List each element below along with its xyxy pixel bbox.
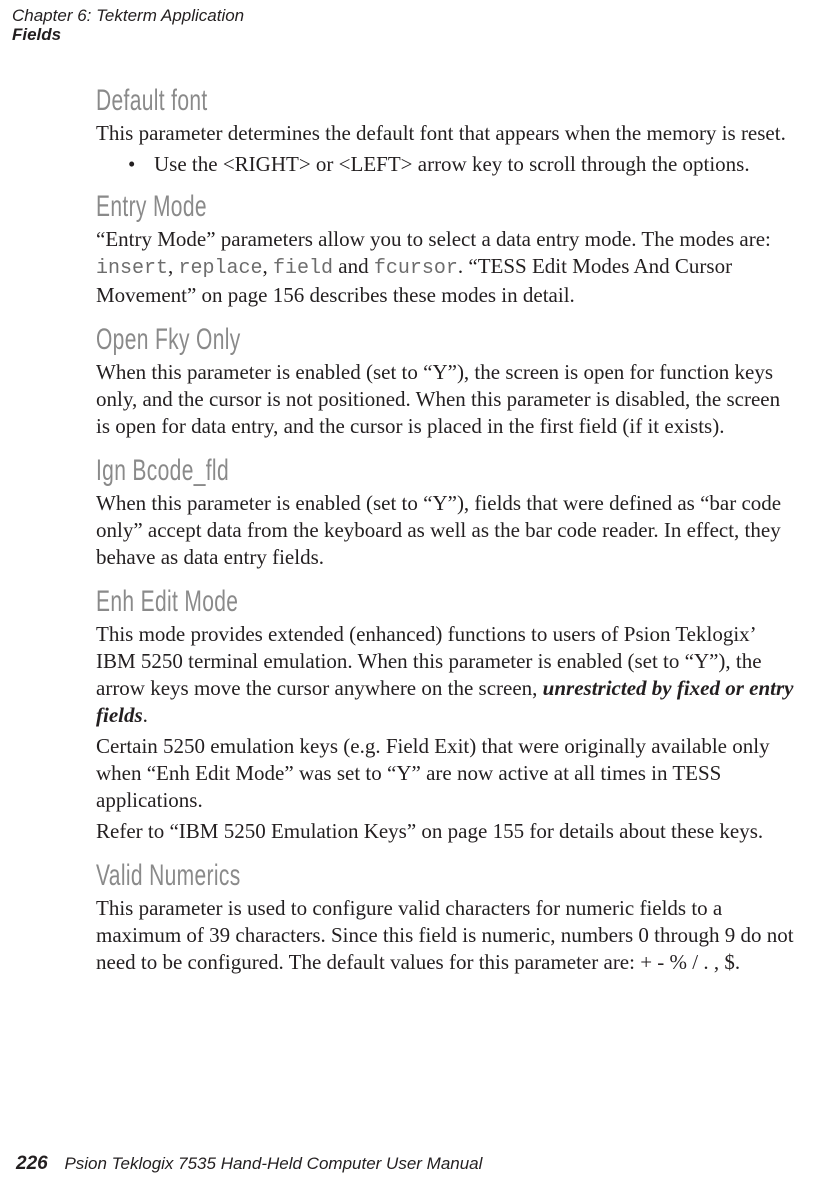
header-chapter: Chapter 6: Tekterm Application — [12, 6, 244, 25]
heading-valid-numerics: Valid Numerics — [96, 855, 586, 895]
footer-title: Psion Teklogix 7535 Hand-Held Computer U… — [64, 1154, 482, 1173]
open-fky-para-1: When this parameter is enabled (set to “… — [96, 359, 796, 440]
entry-mode-sep1: , — [168, 254, 179, 278]
header-section: Fields — [12, 25, 244, 44]
running-header: Chapter 6: Tekterm Application Fields — [12, 6, 244, 44]
valid-numerics-para-1: This parameter is used to configure vali… — [96, 895, 796, 976]
enh-edit-p1b: . — [143, 703, 148, 727]
entry-mode-mid: and — [333, 254, 374, 278]
enh-edit-para-3: Refer to “IBM 5250 Emulation Keys” on pa… — [96, 818, 796, 845]
heading-enh-edit-mode: Enh Edit Mode — [96, 581, 586, 621]
default-font-bullet-1: Use the <RIGHT> or <LEFT> arrow key to s… — [128, 151, 796, 178]
heading-open-fky-only: Open Fky Only — [96, 319, 586, 359]
page: Chapter 6: Tekterm Application Fields De… — [0, 0, 828, 1197]
enh-edit-para-2: Certain 5250 emulation keys (e.g. Field … — [96, 733, 796, 814]
heading-ign-bcode-fld: Ign Bcode_fld — [96, 450, 586, 490]
ign-bcode-para-1: When this parameter is enabled (set to “… — [96, 490, 796, 571]
entry-mode-p1a: “Entry Mode” parameters allow you to sel… — [96, 227, 771, 251]
page-footer: 226 Psion Teklogix 7535 Hand-Held Comput… — [16, 1153, 482, 1175]
heading-entry-mode: Entry Mode — [96, 186, 586, 226]
entry-mode-m3: field — [273, 257, 333, 280]
entry-mode-sep2: , — [263, 254, 274, 278]
entry-mode-m4: fcursor — [374, 257, 458, 280]
entry-mode-m1: insert — [96, 257, 168, 280]
entry-mode-m2: replace — [179, 257, 263, 280]
default-font-bullets: Use the <RIGHT> or <LEFT> arrow key to s… — [96, 151, 796, 178]
enh-edit-para-1: This mode provides extended (enhanced) f… — [96, 621, 796, 729]
heading-default-font: Default font — [96, 80, 586, 120]
entry-mode-para-1: “Entry Mode” parameters allow you to sel… — [96, 226, 796, 309]
default-font-para-1: This parameter determines the default fo… — [96, 120, 796, 147]
page-number: 226 — [16, 1153, 48, 1174]
content-column: Default font This parameter determines t… — [96, 80, 796, 980]
